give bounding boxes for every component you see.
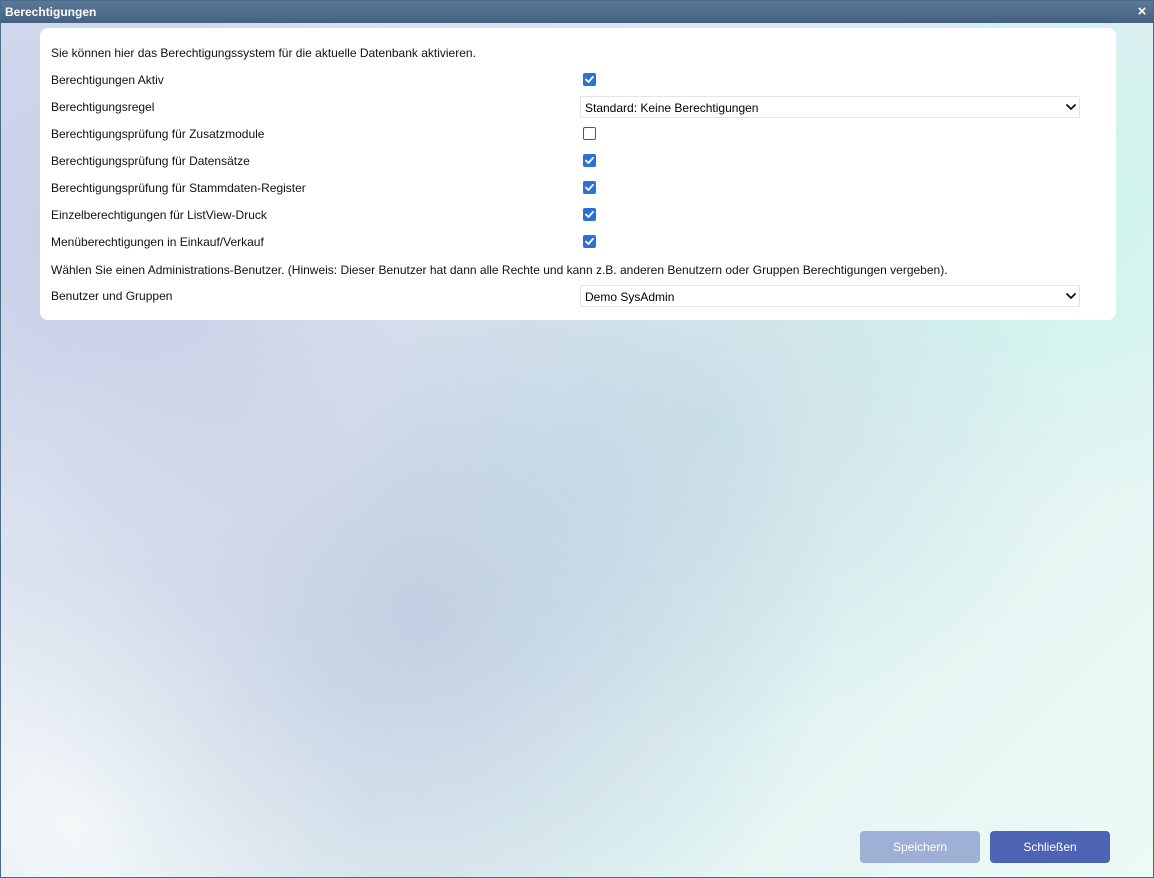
row-permissions-active: Berechtigungen Aktiv <box>40 69 1116 91</box>
chevron-down-icon <box>1066 293 1076 299</box>
label-menu-purchase-sales: Menüberechtigungen in Einkauf/Verkauf <box>51 235 264 249</box>
checkmark-icon <box>585 156 594 164</box>
checkmark-icon <box>585 75 594 83</box>
row-listview-print: Einzelberechtigungen für ListView-Druck <box>40 204 1116 226</box>
users-groups-value: Demo SysAdmin <box>585 290 675 304</box>
checkbox-menu-purchase-sales[interactable] <box>583 235 596 248</box>
users-groups-select[interactable]: Demo SysAdmin <box>580 285 1080 307</box>
permission-rule-select[interactable]: Standard: Keine Berechtigungen <box>580 96 1080 118</box>
checkbox-permissions-active[interactable] <box>583 73 596 86</box>
permission-rule-value: Standard: Keine Berechtigungen <box>585 101 759 115</box>
settings-panel: Sie können hier das Berechtigungssystem … <box>40 28 1116 320</box>
checkmark-icon <box>585 210 594 218</box>
label-listview-print: Einzelberechtigungen für ListView-Druck <box>51 208 267 222</box>
row-menu-purchase-sales: Menüberechtigungen in Einkauf/Verkauf <box>40 231 1116 253</box>
row-check-records: Berechtigungsprüfung für Datensätze <box>40 150 1116 172</box>
close-icon[interactable]: × <box>1135 4 1149 20</box>
label-users-groups: Benutzer und Gruppen <box>51 289 173 303</box>
chevron-down-icon <box>1066 104 1076 110</box>
checkmark-icon <box>585 237 594 245</box>
save-button[interactable]: Speichern <box>860 831 980 863</box>
row-check-master-data: Berechtigungsprüfung für Stammdaten-Regi… <box>40 177 1116 199</box>
row-users-groups: Benutzer und Gruppen Demo SysAdmin <box>40 285 1116 307</box>
intro-text: Sie können hier das Berechtigungssystem … <box>51 46 476 60</box>
row-check-addon-modules: Berechtigungsprüfung für Zusatzmodule <box>40 123 1116 145</box>
window-title: Berechtigungen <box>5 5 97 19</box>
label-check-records: Berechtigungsprüfung für Datensätze <box>51 154 250 168</box>
row-permission-rule: Berechtigungsregel Standard: Keine Berec… <box>40 96 1116 118</box>
checkmark-icon <box>585 183 594 191</box>
label-check-master-data: Berechtigungsprüfung für Stammdaten-Regi… <box>51 181 306 195</box>
label-permission-rule: Berechtigungsregel <box>51 100 155 114</box>
label-check-addon-modules: Berechtigungsprüfung für Zusatzmodule <box>51 127 265 141</box>
close-button[interactable]: Schließen <box>990 831 1110 863</box>
label-permissions-active: Berechtigungen Aktiv <box>51 73 164 87</box>
checkbox-check-master-data[interactable] <box>583 181 596 194</box>
checkbox-check-addon-modules[interactable] <box>583 127 596 140</box>
checkbox-listview-print[interactable] <box>583 208 596 221</box>
permissions-dialog: Berechtigungen × Sie können hier das Ber… <box>0 0 1154 878</box>
checkbox-check-records[interactable] <box>583 154 596 167</box>
admin-hint-text: Wählen Sie einen Administrations-Benutze… <box>51 263 948 277</box>
titlebar: Berechtigungen × <box>1 1 1153 23</box>
